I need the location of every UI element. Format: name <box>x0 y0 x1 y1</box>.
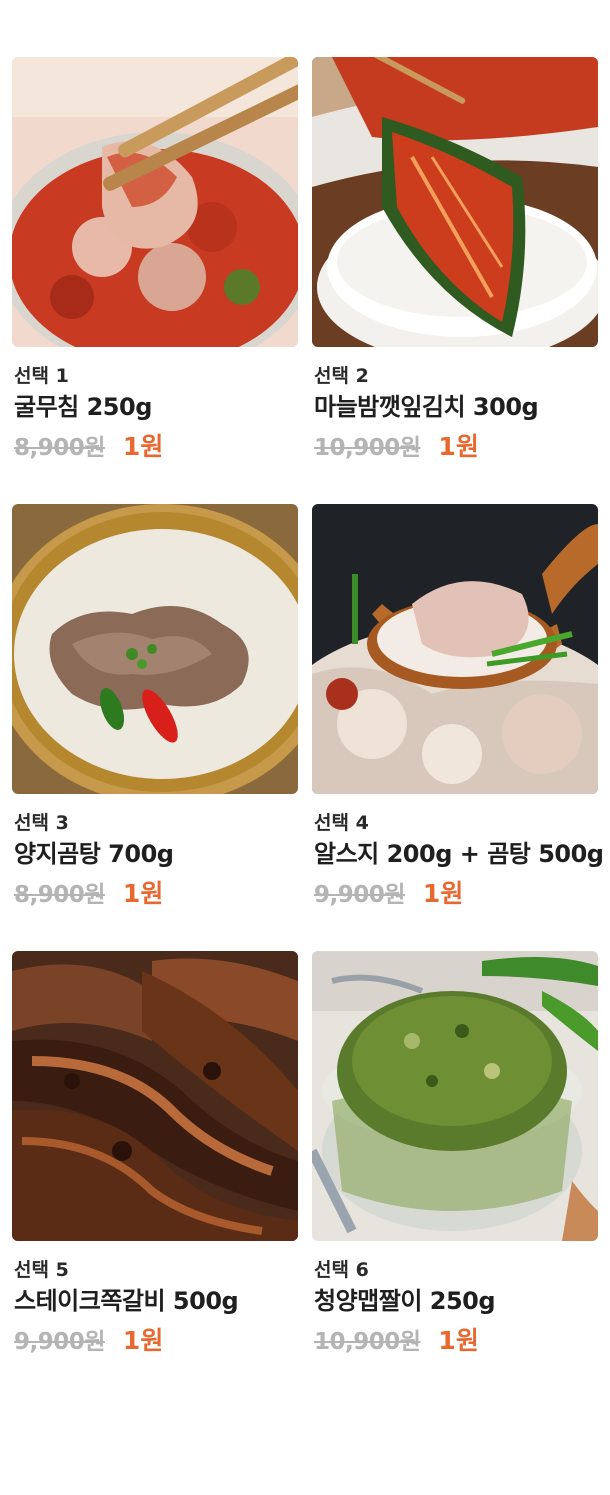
product-name: 알스지 200g + 곰탕 500g <box>314 840 604 868</box>
sale-price: 1원 <box>122 1326 164 1355</box>
option-label: 선택 6 <box>314 1259 369 1281</box>
original-price: 9,900원 <box>314 882 405 908</box>
sale-price: 1원 <box>422 879 464 908</box>
product-image[interactable] <box>12 57 298 347</box>
original-price: 9,900원 <box>14 1329 105 1355</box>
chili-relish-image <box>312 951 598 1241</box>
tendon-soup-image <box>312 504 598 794</box>
product-image[interactable] <box>312 504 598 794</box>
price-row: 8,900원 1원 <box>14 427 163 463</box>
product-image[interactable] <box>12 504 298 794</box>
product-name: 양지곰탕 700g <box>14 840 174 868</box>
price-row: 8,900원 1원 <box>14 874 163 910</box>
product-image[interactable] <box>12 951 298 1241</box>
original-price: 10,900원 <box>314 1329 421 1355</box>
original-price: 8,900원 <box>14 882 105 908</box>
oyster-kimchi-image <box>12 57 298 347</box>
grilled-ribs-image <box>12 951 298 1241</box>
option-label: 선택 5 <box>14 1259 69 1281</box>
price-row: 9,900원 1원 <box>314 874 463 910</box>
option-label: 선택 3 <box>14 812 69 834</box>
option-label: 선택 1 <box>14 365 69 387</box>
sale-price: 1원 <box>438 1326 479 1355</box>
perilla-kimchi-image <box>312 57 598 347</box>
original-price: 8,900원 <box>14 435 105 461</box>
product-name: 마늘밤깻잎김치 300g <box>314 393 539 421</box>
product-image[interactable] <box>312 951 598 1241</box>
option-label: 선택 4 <box>314 812 369 834</box>
product-name: 스테이크쪽갈비 500g <box>14 1287 239 1315</box>
price-row: 9,900원 1원 <box>14 1321 163 1357</box>
sale-price: 1원 <box>122 432 164 461</box>
price-row: 10,900원 1원 <box>314 1321 479 1357</box>
sale-price: 1원 <box>122 879 164 908</box>
product-grid: 선택 1 굴무침 250g 8,900원 1원 선택 2 마늘밤깻잎김치 300… <box>0 0 610 1495</box>
option-label: 선택 2 <box>314 365 369 387</box>
original-price: 10,900원 <box>314 435 421 461</box>
gomtang-image <box>12 504 298 794</box>
product-name: 청양맵짤이 250g <box>314 1287 496 1315</box>
sale-price: 1원 <box>438 432 479 461</box>
price-row: 10,900원 1원 <box>314 427 479 463</box>
product-name: 굴무침 250g <box>14 393 152 421</box>
product-image[interactable] <box>312 57 598 347</box>
